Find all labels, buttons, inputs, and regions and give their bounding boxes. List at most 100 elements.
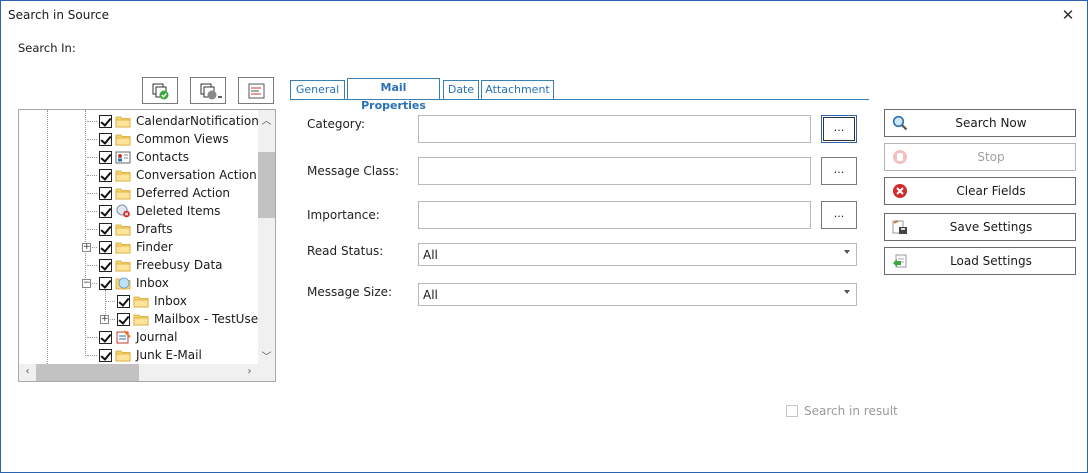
inbox-icon [115, 276, 131, 290]
tree-item[interactable]: Freebusy Data [99, 256, 223, 274]
message-size-select[interactable]: All [418, 283, 857, 306]
tree-item-checkbox[interactable] [99, 348, 112, 362]
search-in-label: Search In: [18, 41, 76, 55]
properties-button[interactable] [238, 77, 274, 104]
search-in-result-box[interactable] [786, 405, 798, 417]
tree-item-checkbox[interactable] [117, 312, 130, 326]
read-status-select[interactable]: All [418, 243, 857, 266]
clear-fields-button[interactable]: Clear Fields [884, 177, 1076, 205]
read-status-value: All [423, 248, 438, 262]
tree-item-checkbox[interactable] [99, 114, 112, 128]
scroll-down-icon[interactable]: ﹀ [258, 348, 275, 363]
folder-icon [115, 168, 131, 182]
importance-label: Importance: [307, 208, 380, 222]
search-in-source-window: Search in Source ✕ Search In: CalendarNo… [0, 0, 1088, 473]
category-browse-button[interactable]: ... [821, 115, 857, 143]
folder-icon [133, 294, 149, 308]
category-field[interactable] [418, 115, 811, 143]
tree-item-checkbox[interactable] [99, 222, 112, 236]
category-label: Category: [307, 117, 365, 131]
folder-tree[interactable]: CalendarNotificationSe Common Views Contac… [18, 109, 276, 382]
tree-item-label: Deleted Items [136, 204, 221, 218]
tree-item-label: Conversation Action Se [136, 168, 276, 182]
tree-item[interactable]: Journal [99, 328, 178, 346]
stop-button[interactable]: Stop [884, 143, 1076, 171]
tree-horizontal-scrollbar[interactable]: ‹ › [19, 364, 275, 381]
importance-browse-button[interactable]: ... [821, 201, 857, 229]
tree-item[interactable]: Junk E-Mail [99, 346, 202, 364]
tree-item[interactable]: Inbox [117, 292, 187, 310]
load-settings-button[interactable]: Load Settings [884, 247, 1076, 275]
importance-field[interactable] [418, 201, 811, 229]
tree-item-label: Inbox [136, 276, 169, 290]
tree-item[interactable]: Deferred Action [99, 184, 230, 202]
tree-item-label: Journal [136, 330, 178, 344]
tree-item-label: Deferred Action [136, 186, 231, 200]
tree-item[interactable]: Mailbox - TestUser3 [117, 310, 271, 328]
select-all-icon [152, 83, 169, 100]
collapse-icon[interactable]: − [82, 279, 91, 288]
tree-horizontal-scroll-thumb[interactable] [36, 364, 139, 381]
select-options-icon [200, 83, 222, 100]
tree-item-label: Junk E-Mail [136, 348, 202, 362]
search-in-result-checkbox[interactable]: Search in result [786, 404, 898, 418]
title-bar: Search in Source ✕ [1, 1, 1087, 29]
tree-item-label: Drafts [136, 222, 173, 236]
scroll-left-icon[interactable]: ‹ [19, 366, 36, 377]
tree-item[interactable]: CalendarNotificationSe [99, 112, 274, 130]
folder-icon [115, 132, 131, 146]
tree-item[interactable]: Finder [99, 238, 173, 256]
tree-vertical-scroll-thumb[interactable] [258, 152, 275, 218]
expand-icon[interactable]: + [100, 315, 109, 324]
tree-item[interactable]: Inbox [99, 274, 169, 292]
message-size-label: Message Size: [307, 285, 393, 299]
scroll-up-icon[interactable]: ︿ [258, 112, 275, 127]
tab-attachment[interactable]: Attachment [481, 80, 554, 100]
tree-item-checkbox[interactable] [99, 330, 112, 344]
tab-mail-properties[interactable]: Mail Properties [347, 78, 440, 112]
properties-icon [248, 83, 265, 99]
tree-item-checkbox[interactable] [99, 276, 112, 290]
tree-item-checkbox[interactable] [99, 240, 112, 254]
expand-icon[interactable]: + [82, 243, 91, 252]
tree-item-checkbox[interactable] [99, 150, 112, 164]
tab-general[interactable]: General [290, 80, 345, 100]
tree-item-checkbox[interactable] [99, 132, 112, 146]
folder-icon [115, 348, 131, 362]
chevron-down-icon [844, 290, 850, 294]
search-in-result-label: Search in result [804, 404, 898, 418]
tab-divider [290, 99, 869, 100]
tree-item[interactable]: Drafts [99, 220, 173, 238]
folder-icon [133, 312, 149, 326]
tree-item-label: Inbox [154, 294, 187, 308]
folder-icon [115, 186, 131, 200]
folder-icon [115, 240, 131, 254]
tree-item[interactable]: Conversation Action Se [99, 166, 276, 184]
message-class-field[interactable] [418, 157, 811, 185]
scroll-right-icon[interactable]: › [241, 366, 258, 377]
contacts-icon [115, 150, 131, 164]
message-size-value: All [423, 288, 438, 302]
tree-item-checkbox[interactable] [99, 186, 112, 200]
select-options-button[interactable] [190, 77, 226, 104]
select-all-button[interactable] [142, 77, 178, 104]
tree-item-label: Common Views [136, 132, 229, 146]
close-icon[interactable]: ✕ [1058, 5, 1078, 25]
tab-date[interactable]: Date [443, 80, 479, 100]
folder-icon [115, 114, 131, 128]
tree-item[interactable]: Contacts [99, 148, 189, 166]
tree-item[interactable]: Deleted Items [99, 202, 220, 220]
tree-item-checkbox[interactable] [99, 204, 112, 218]
tree-item-label: Mailbox - TestUser3 [154, 312, 271, 326]
search-now-button[interactable]: Search Now [884, 109, 1076, 137]
tree-item-checkbox[interactable] [117, 294, 130, 308]
tree-item[interactable]: Common Views [99, 130, 229, 148]
save-settings-button[interactable]: Save Settings [884, 213, 1076, 241]
message-class-label: Message Class: [307, 164, 400, 178]
message-class-browse-button[interactable]: ... [821, 157, 857, 185]
tree-item-checkbox[interactable] [99, 258, 112, 272]
journal-icon [115, 330, 131, 344]
tree-vertical-scrollbar[interactable]: ︿ ﹀ [258, 110, 275, 366]
tree-item-checkbox[interactable] [99, 168, 112, 182]
chevron-down-icon [844, 250, 850, 254]
